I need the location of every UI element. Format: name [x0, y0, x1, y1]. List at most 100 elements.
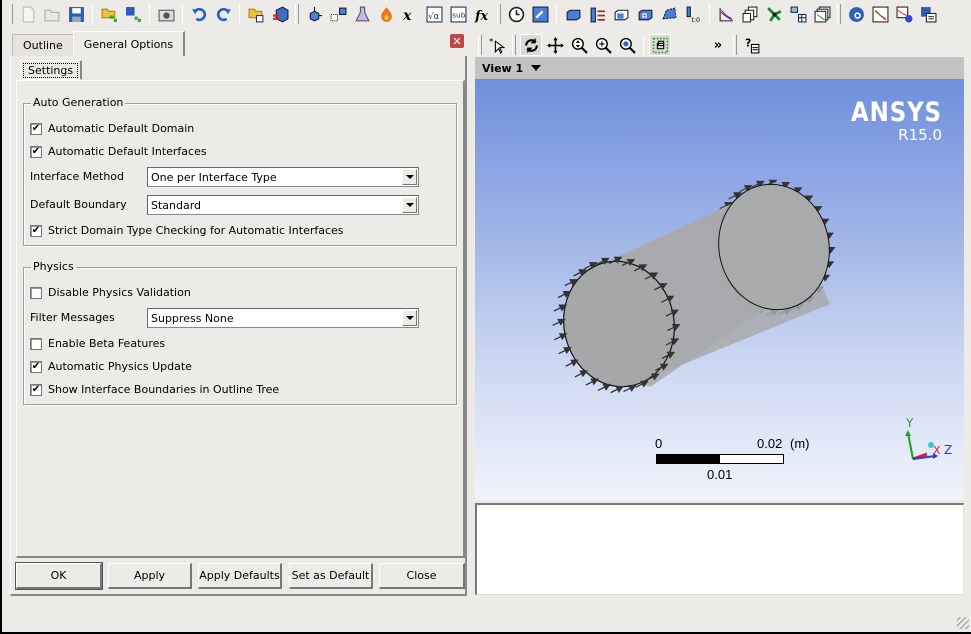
apply-defaults-button[interactable]: Apply Defaults [198, 563, 282, 589]
chevron-down-icon[interactable] [402, 310, 417, 326]
fit-view-icon[interactable] [616, 34, 638, 56]
toggle-outline-icon[interactable] [649, 34, 671, 56]
disable-physics-validation-checkbox[interactable]: Disable Physics Validation [30, 286, 191, 299]
svg-text:x: x [402, 7, 412, 22]
interface-method-select[interactable]: One per Interface Type [147, 167, 419, 187]
material-icon[interactable] [351, 3, 373, 25]
enable-beta-features-checkbox[interactable]: Enable Beta Features [30, 337, 165, 350]
set-as-default-button[interactable]: Set as Default [289, 563, 373, 589]
monitor-icon[interactable] [739, 3, 761, 25]
scale-bar-track [656, 454, 784, 464]
select-pointer-icon[interactable]: * [486, 34, 508, 56]
automatic-physics-update-checkbox[interactable]: ✔ Automatic Physics Update [30, 360, 192, 373]
open-file-icon[interactable] [41, 3, 63, 25]
default-boundary-select[interactable]: Standard [147, 195, 419, 215]
zoom-box-icon[interactable] [568, 34, 590, 56]
automatic-default-domain-label: Automatic Default Domain [48, 122, 195, 135]
chevron-down-icon[interactable] [402, 169, 417, 185]
save-case-icon[interactable] [122, 3, 144, 25]
checkbox-unchecked-icon[interactable] [30, 286, 42, 299]
solver-control-icon[interactable] [715, 3, 737, 25]
boundary-arrow [552, 318, 566, 326]
checkbox-checked-icon[interactable]: ✔ [30, 224, 42, 237]
screenshot-icon[interactable] [155, 3, 177, 25]
toolbar-grip[interactable] [9, 4, 13, 24]
turbo-mode-icon[interactable] [763, 3, 785, 25]
interface-icon[interactable] [586, 3, 608, 25]
scale-start: 0 [655, 436, 663, 451]
open-archive-icon[interactable] [245, 3, 267, 25]
copy-results-icon[interactable] [811, 3, 833, 25]
show-interface-boundaries-checkbox[interactable]: ✔ Show Interface Boundaries in Outline T… [30, 383, 279, 396]
3d-viewport[interactable]: ANSYS R15.0 0 0.02 (m) 0.01 Y X Z [475, 79, 964, 500]
initial-conditions-icon[interactable]: t:0 [682, 3, 704, 25]
ok-button[interactable]: OK [15, 562, 103, 590]
redo-icon[interactable] [212, 3, 234, 25]
view-name: View 1 [482, 61, 524, 75]
checkbox-checked-icon[interactable]: ✔ [30, 122, 42, 135]
chevron-down-icon[interactable] [402, 197, 417, 213]
automatic-default-domain-checkbox[interactable]: ✔ Automatic Default Domain [30, 122, 194, 135]
automatic-default-interfaces-checkbox[interactable]: ✔ Automatic Default Interfaces [30, 145, 207, 158]
filter-messages-label: Filter Messages [30, 311, 115, 324]
boundary-arrow [585, 378, 599, 386]
rotate-icon[interactable] [520, 34, 542, 56]
triad-x-label: X [933, 444, 941, 457]
subdomain-icon[interactable] [327, 3, 349, 25]
tab-general-options[interactable]: General Options [72, 31, 186, 56]
message-area[interactable] [475, 503, 964, 595]
tab-outline[interactable]: Outline [12, 34, 74, 56]
caret-down-icon[interactable] [531, 65, 542, 71]
help-context-icon[interactable]: ? [741, 34, 763, 56]
undo-icon[interactable] [188, 3, 210, 25]
apply-button[interactable]: Apply [108, 563, 192, 589]
default-boundary-value: Standard [151, 198, 202, 212]
subtab-settings[interactable]: Settings [20, 60, 83, 80]
show-interface-boundaries-label: Show Interface Boundaries in Outline Tre… [48, 383, 280, 396]
mesh-connection-icon[interactable] [634, 3, 656, 25]
physics-group: Physics Disable Physics Validation Filte… [23, 260, 457, 405]
save-icon[interactable] [65, 3, 87, 25]
automatic-physics-update-label: Automatic Physics Update [48, 360, 192, 373]
plot-monitor-icon[interactable] [869, 3, 891, 25]
scale-unit: (m) [790, 436, 810, 451]
svg-text:t:0: t:0 [691, 15, 700, 22]
new-file-icon[interactable] [17, 3, 39, 25]
checkbox-unchecked-icon[interactable] [30, 337, 42, 350]
output-control-icon[interactable] [529, 3, 551, 25]
convert-3d-icon[interactable] [269, 3, 291, 25]
scale-mid: 0.01 [707, 467, 733, 482]
strict-domain-type-checkbox[interactable]: ✔ Strict Domain Type Checking for Automa… [30, 224, 344, 237]
panel-tabs: Outline General Options [12, 31, 186, 56]
boundary-icon[interactable] [562, 3, 584, 25]
close-button[interactable]: Close [379, 563, 465, 589]
set-as-default-button-label: Set as Default [291, 569, 370, 582]
close-panel-button[interactable]: ✕ [450, 34, 464, 48]
user-function-icon[interactable]: √α [423, 3, 445, 25]
simulation-control-icon[interactable] [505, 3, 527, 25]
expression-icon[interactable]: x [399, 3, 421, 25]
domain-icon[interactable] [303, 3, 325, 25]
scale-end: 0.02 [757, 436, 783, 451]
viewer-toolbar: * » ? [475, 33, 764, 57]
pan-icon[interactable] [544, 34, 566, 56]
view-selector[interactable]: View 1 [475, 57, 964, 79]
domain-interface-icon[interactable] [610, 3, 632, 25]
reaction-icon[interactable] [375, 3, 397, 25]
svg-text:*: * [489, 37, 493, 47]
checkbox-checked-icon[interactable]: ✔ [30, 383, 42, 396]
mesh-adaption-icon[interactable] [787, 3, 809, 25]
define-run-icon[interactable] [845, 3, 867, 25]
resize-grip[interactable] [957, 617, 969, 629]
import-mesh-icon[interactable] [98, 3, 120, 25]
filter-messages-select[interactable]: Suppress None [147, 308, 419, 328]
save-run-icon[interactable] [917, 3, 939, 25]
run-monitor-icon[interactable] [893, 3, 915, 25]
additional-variable-icon[interactable]: fx [471, 3, 493, 25]
source-point-icon[interactable] [658, 3, 680, 25]
toolbar-overflow-button[interactable]: » [707, 34, 729, 56]
zoom-in-icon[interactable] [592, 34, 614, 56]
checkbox-checked-icon[interactable]: ✔ [30, 145, 42, 158]
subroutine-icon[interactable]: sub [447, 3, 469, 25]
checkbox-checked-icon[interactable]: ✔ [30, 360, 42, 373]
